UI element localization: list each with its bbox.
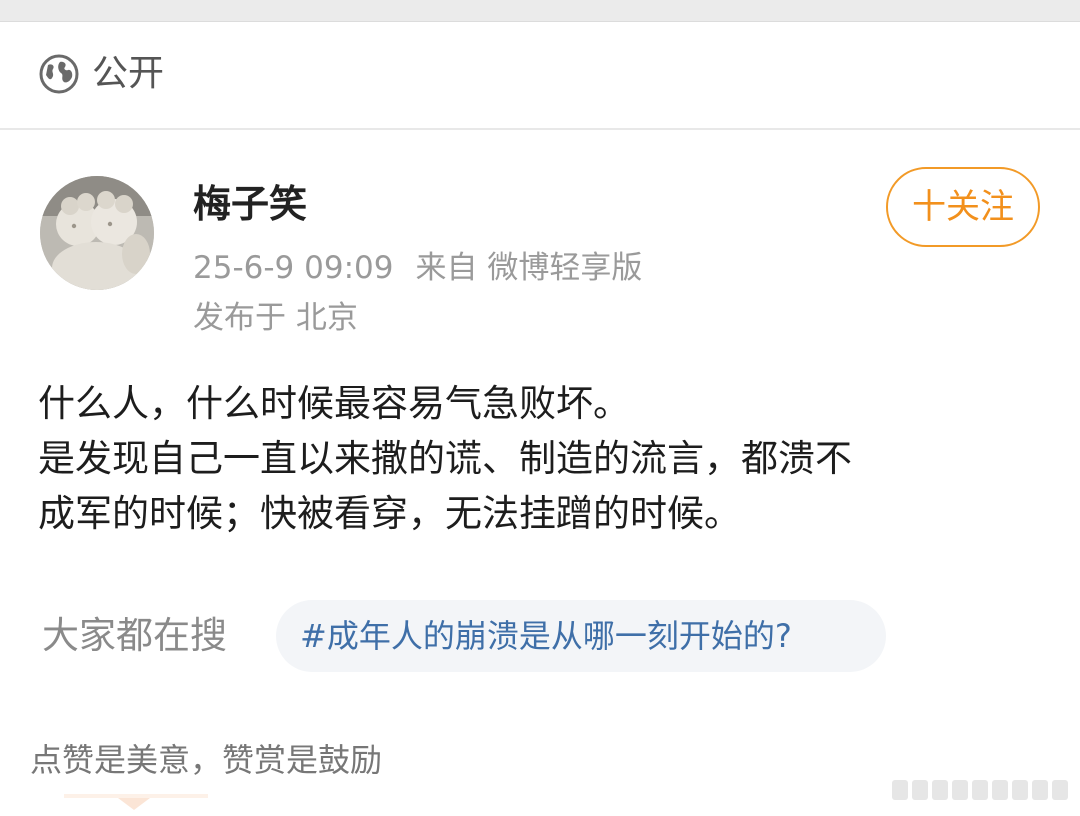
post-location: 发布于 北京 bbox=[193, 300, 358, 336]
follow-button[interactable]: 十关注 bbox=[886, 167, 1040, 247]
watermark-logo bbox=[892, 780, 1068, 800]
avatar-image bbox=[40, 176, 154, 290]
reward-arrow-icon bbox=[118, 798, 150, 810]
trending-topic-link[interactable]: #成年人的崩溃是从哪一刻开始的? bbox=[276, 600, 886, 672]
post-meta: 25-6-9 09:09 来自 微博轻享版 bbox=[193, 247, 642, 289]
visibility-row[interactable]: 公开 bbox=[0, 22, 1080, 130]
avatar[interactable] bbox=[40, 176, 154, 290]
trending-search-label: 大家都在搜 bbox=[42, 614, 227, 657]
visibility-label: 公开 bbox=[92, 53, 165, 94]
post-text-line: 是发现自己一直以来撒的谎、制造的流言，都溃不 bbox=[38, 437, 852, 480]
post-text-line: 什么人，什么时候最容易气急败坏。 bbox=[38, 382, 630, 425]
top-status-strip bbox=[0, 0, 1080, 22]
post-source[interactable]: 来自 微博轻享版 bbox=[415, 250, 642, 286]
reward-prompt: 点赞是美意，赞赏是鼓励 bbox=[30, 741, 383, 779]
author-name[interactable]: 梅子笑 bbox=[193, 180, 307, 228]
post-text-line: 成军的时候；快被看穿，无法挂蹭的时候。 bbox=[38, 492, 741, 535]
post-body: 什么人，什么时候最容易气急败坏。 是发现自己一直以来撒的谎、制造的流言，都溃不 … bbox=[38, 376, 1048, 541]
post-time: 25-6-9 09:09 bbox=[193, 250, 394, 286]
globe-icon bbox=[39, 54, 79, 94]
trending-search-row: 大家都在搜 #成年人的崩溃是从哪一刻开始的? bbox=[0, 600, 1080, 672]
